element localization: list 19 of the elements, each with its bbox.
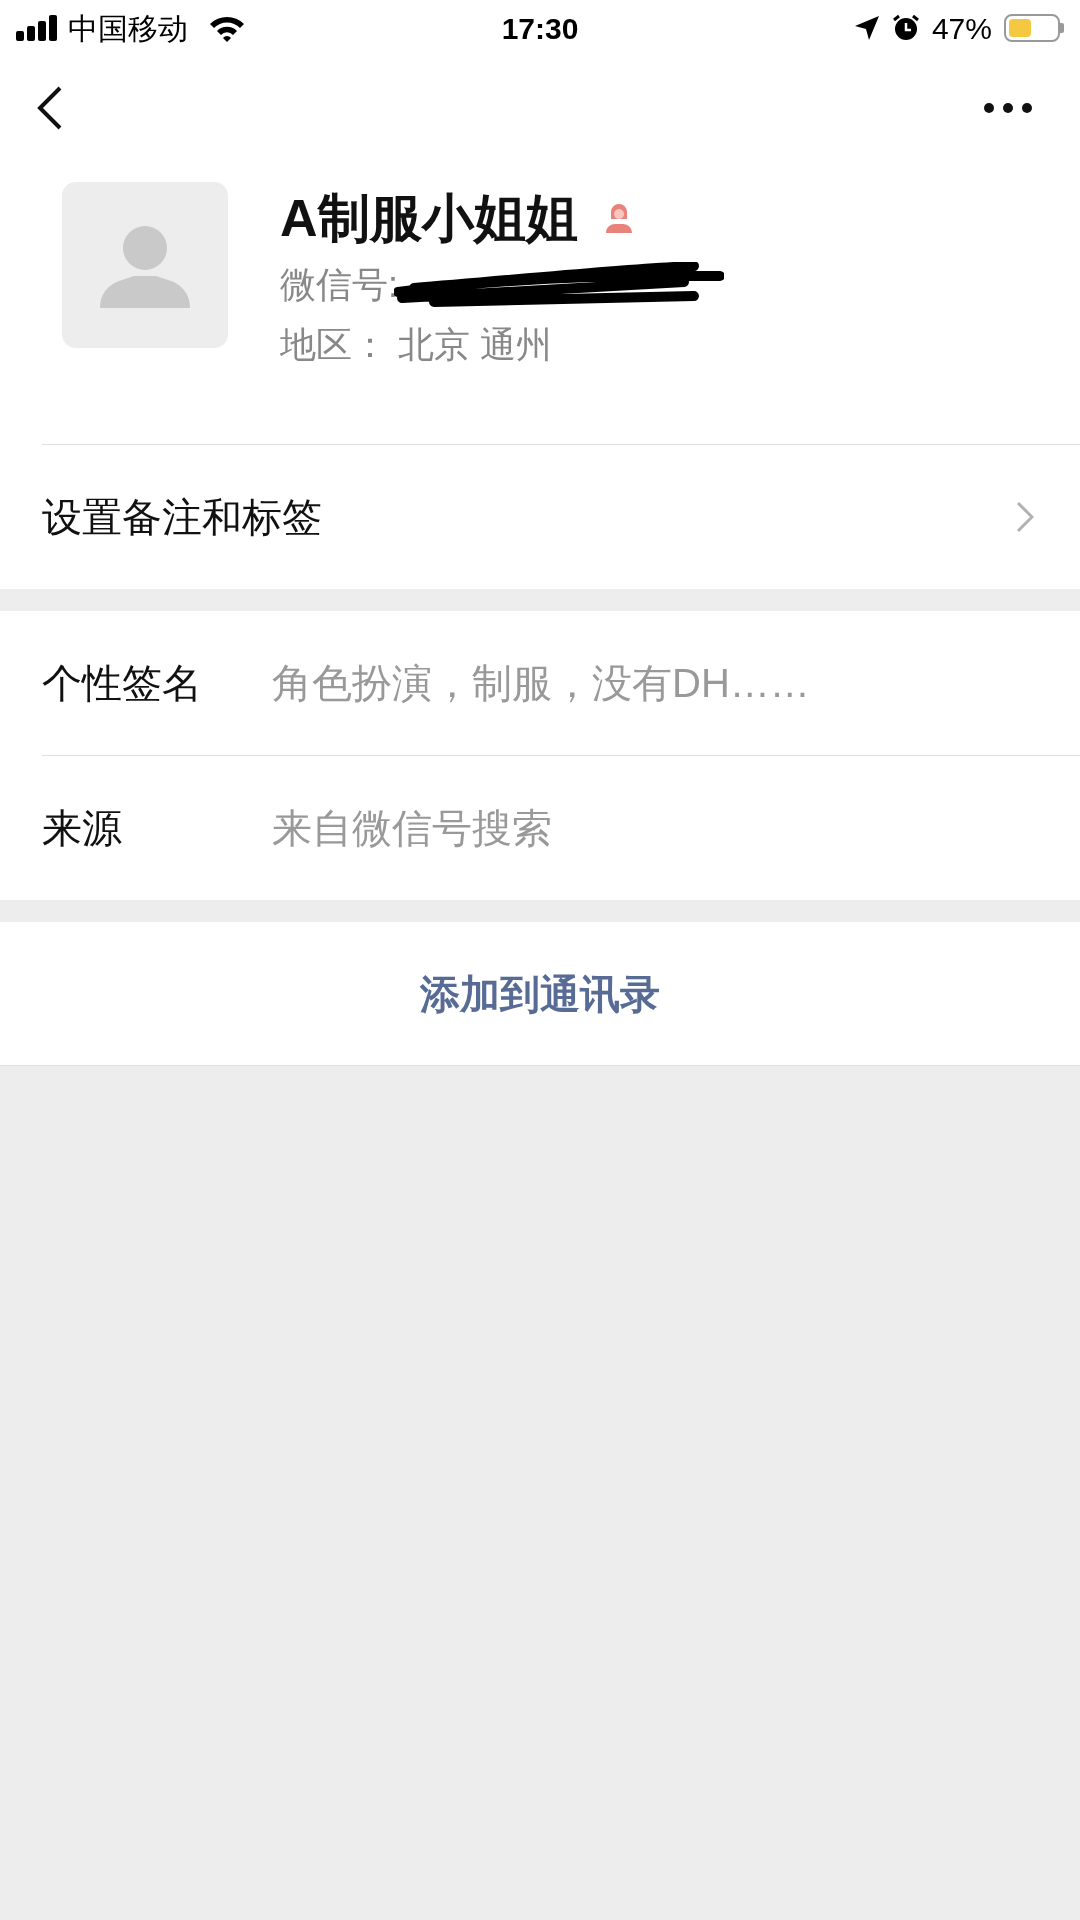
info-value: 来自微信号搜索 (272, 805, 552, 852)
battery-percent: 47% (931, 10, 992, 47)
back-icon[interactable] (36, 85, 64, 131)
alarm-clock-icon (891, 14, 920, 42)
location-arrow-icon (853, 15, 880, 41)
signal-icon (16, 15, 60, 41)
contact-name: A制服小姐姐 (280, 188, 578, 249)
add-to-contacts-button[interactable]: 添加到通讯录 (0, 922, 1080, 1066)
status-time: 17:30 (501, 10, 579, 47)
info-value: 角色扮演，制服，没有DH…… (272, 660, 810, 707)
info-label: 个性签名 (42, 660, 203, 707)
wifi-icon (208, 14, 246, 42)
more-icon[interactable] (984, 103, 1032, 113)
battery-icon (1004, 14, 1064, 42)
carrier-name: 中国移动 (68, 10, 188, 47)
chevron-right-icon (1016, 501, 1034, 533)
region-text: 地区： 北京 通州 (280, 323, 553, 367)
remark-tags-row[interactable]: 设置备注和标签 (0, 445, 1080, 589)
info-label: 来源 (42, 805, 123, 852)
